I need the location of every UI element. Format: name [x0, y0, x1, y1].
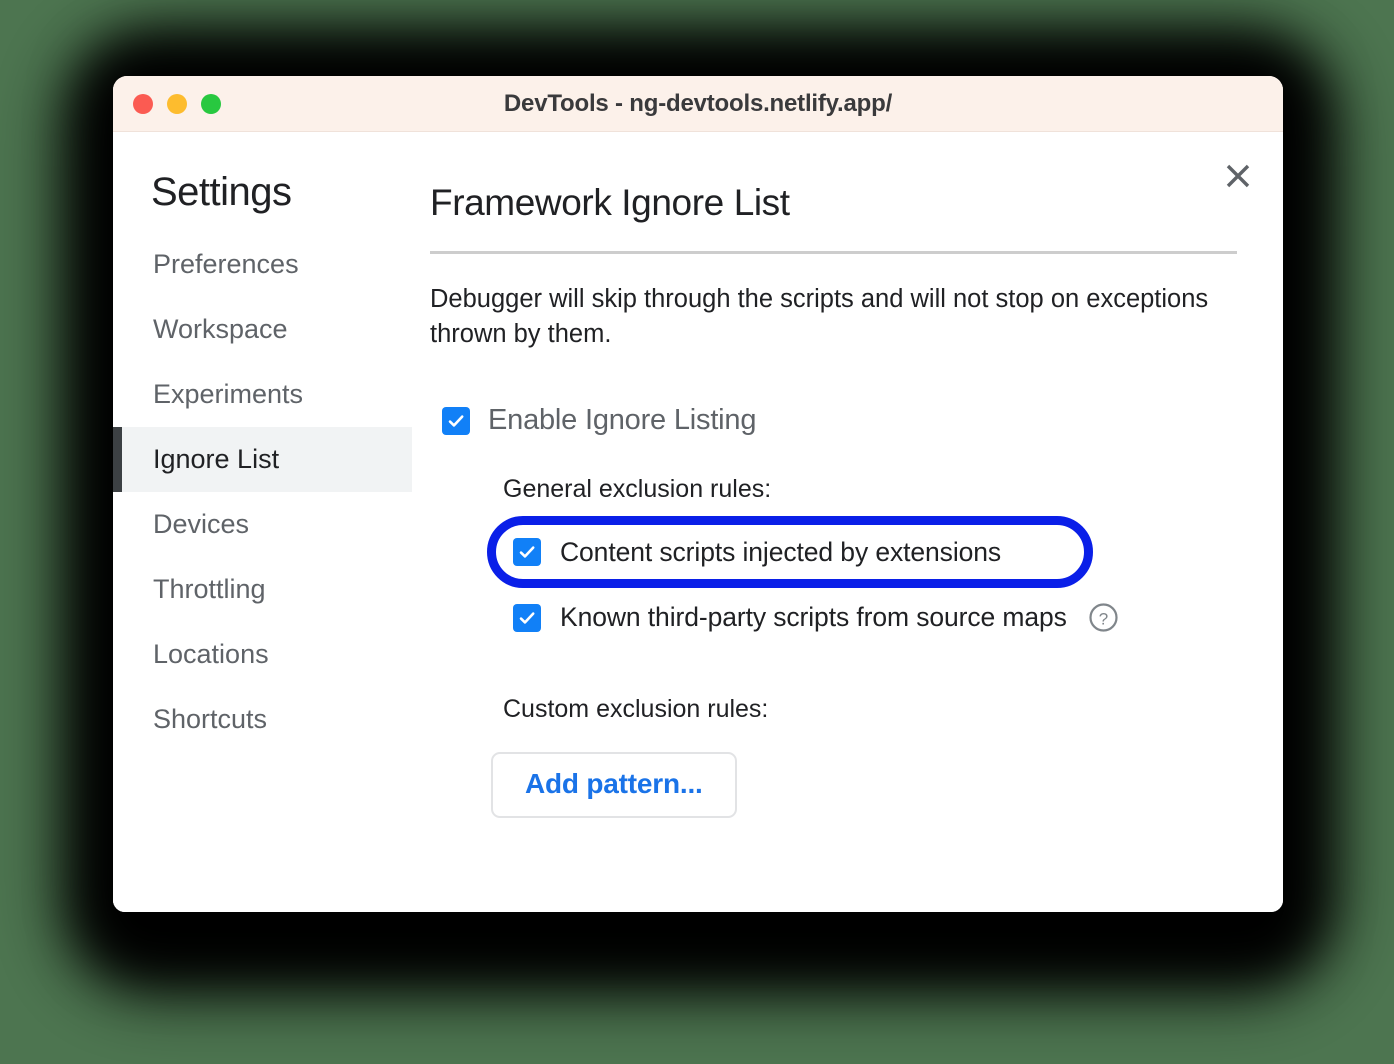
content-scripts-rule-row[interactable]: Content scripts injected by extensions: [513, 516, 1001, 588]
custom-exclusion-rules-label: Custom exclusion rules:: [503, 695, 769, 724]
sidebar-item-label: Shortcuts: [153, 704, 268, 734]
sidebar-item-ignore-list[interactable]: Ignore List: [113, 427, 412, 492]
close-icon: [1223, 161, 1253, 191]
devtools-window: DevTools - ng-devtools.netlify.app/ Sett…: [113, 76, 1283, 912]
close-window-button[interactable]: [133, 93, 153, 114]
enable-ignore-listing-checkbox[interactable]: [442, 406, 470, 435]
minimize-window-button[interactable]: [167, 93, 187, 114]
content-scripts-rule-highlight-group: Content scripts injected by extensions: [487, 516, 1093, 589]
panel-divider: [430, 250, 1237, 254]
sidebar-item-throttling[interactable]: Throttling: [113, 557, 412, 622]
sidebar-item-workspace[interactable]: Workspace: [113, 297, 412, 362]
content-scripts-rule-label: Content scripts injected by extensions: [560, 536, 1002, 567]
sidebar-item-label: Ignore List: [153, 444, 280, 474]
ignore-list-panel: Framework Ignore List Debugger will skip…: [412, 132, 1283, 912]
general-exclusion-rules-label: General exclusion rules:: [503, 475, 772, 504]
sidebar-item-label: Throttling: [153, 574, 266, 604]
maximize-window-button[interactable]: [201, 93, 221, 114]
sidebar-item-label: Preferences: [153, 249, 299, 279]
enable-ignore-listing-row[interactable]: Enable Ignore Listing: [442, 404, 1251, 437]
panel-description: Debugger will skip through the scripts a…: [430, 284, 1209, 348]
window-titlebar: DevTools - ng-devtools.netlify.app/: [113, 76, 1283, 132]
window-title: DevTools - ng-devtools.netlify.app/: [503, 89, 893, 117]
traffic-light-group: [133, 93, 221, 114]
close-settings-button[interactable]: [1216, 154, 1260, 198]
panel-title: Framework Ignore List: [430, 182, 790, 223]
content-scripts-rule-checkbox[interactable]: [513, 538, 541, 567]
sidebar-item-label: Experiments: [153, 379, 304, 409]
settings-sidebar: Settings Preferences Workspace Experimen…: [113, 132, 412, 912]
sidebar-item-label: Devices: [153, 509, 250, 539]
enable-ignore-listing-label: Enable Ignore Listing: [488, 404, 757, 437]
sidebar-item-preferences[interactable]: Preferences: [113, 232, 412, 297]
help-circle-icon[interactable]: ?: [1088, 602, 1119, 633]
third-party-scripts-rule-row[interactable]: Known third-party scripts from source ma…: [513, 602, 1251, 633]
page-title: Settings: [151, 170, 292, 214]
third-party-scripts-rule-checkbox[interactable]: [513, 603, 541, 632]
sidebar-item-label: Workspace: [153, 314, 288, 344]
sidebar-item-devices[interactable]: Devices: [113, 492, 412, 557]
add-pattern-button[interactable]: Add pattern...: [491, 752, 737, 819]
sidebar-item-locations[interactable]: Locations: [113, 622, 412, 687]
settings-dialog: Settings Preferences Workspace Experimen…: [113, 132, 1283, 912]
sidebar-item-experiments[interactable]: Experiments: [113, 362, 412, 427]
svg-text:?: ?: [1099, 610, 1108, 629]
third-party-scripts-rule-label: Known third-party scripts from source ma…: [560, 602, 1067, 633]
sidebar-item-label: Locations: [153, 639, 269, 669]
screenshot-stage: DevTools - ng-devtools.netlify.app/ Sett…: [0, 0, 1394, 1064]
sidebar-item-shortcuts[interactable]: Shortcuts: [113, 687, 412, 752]
